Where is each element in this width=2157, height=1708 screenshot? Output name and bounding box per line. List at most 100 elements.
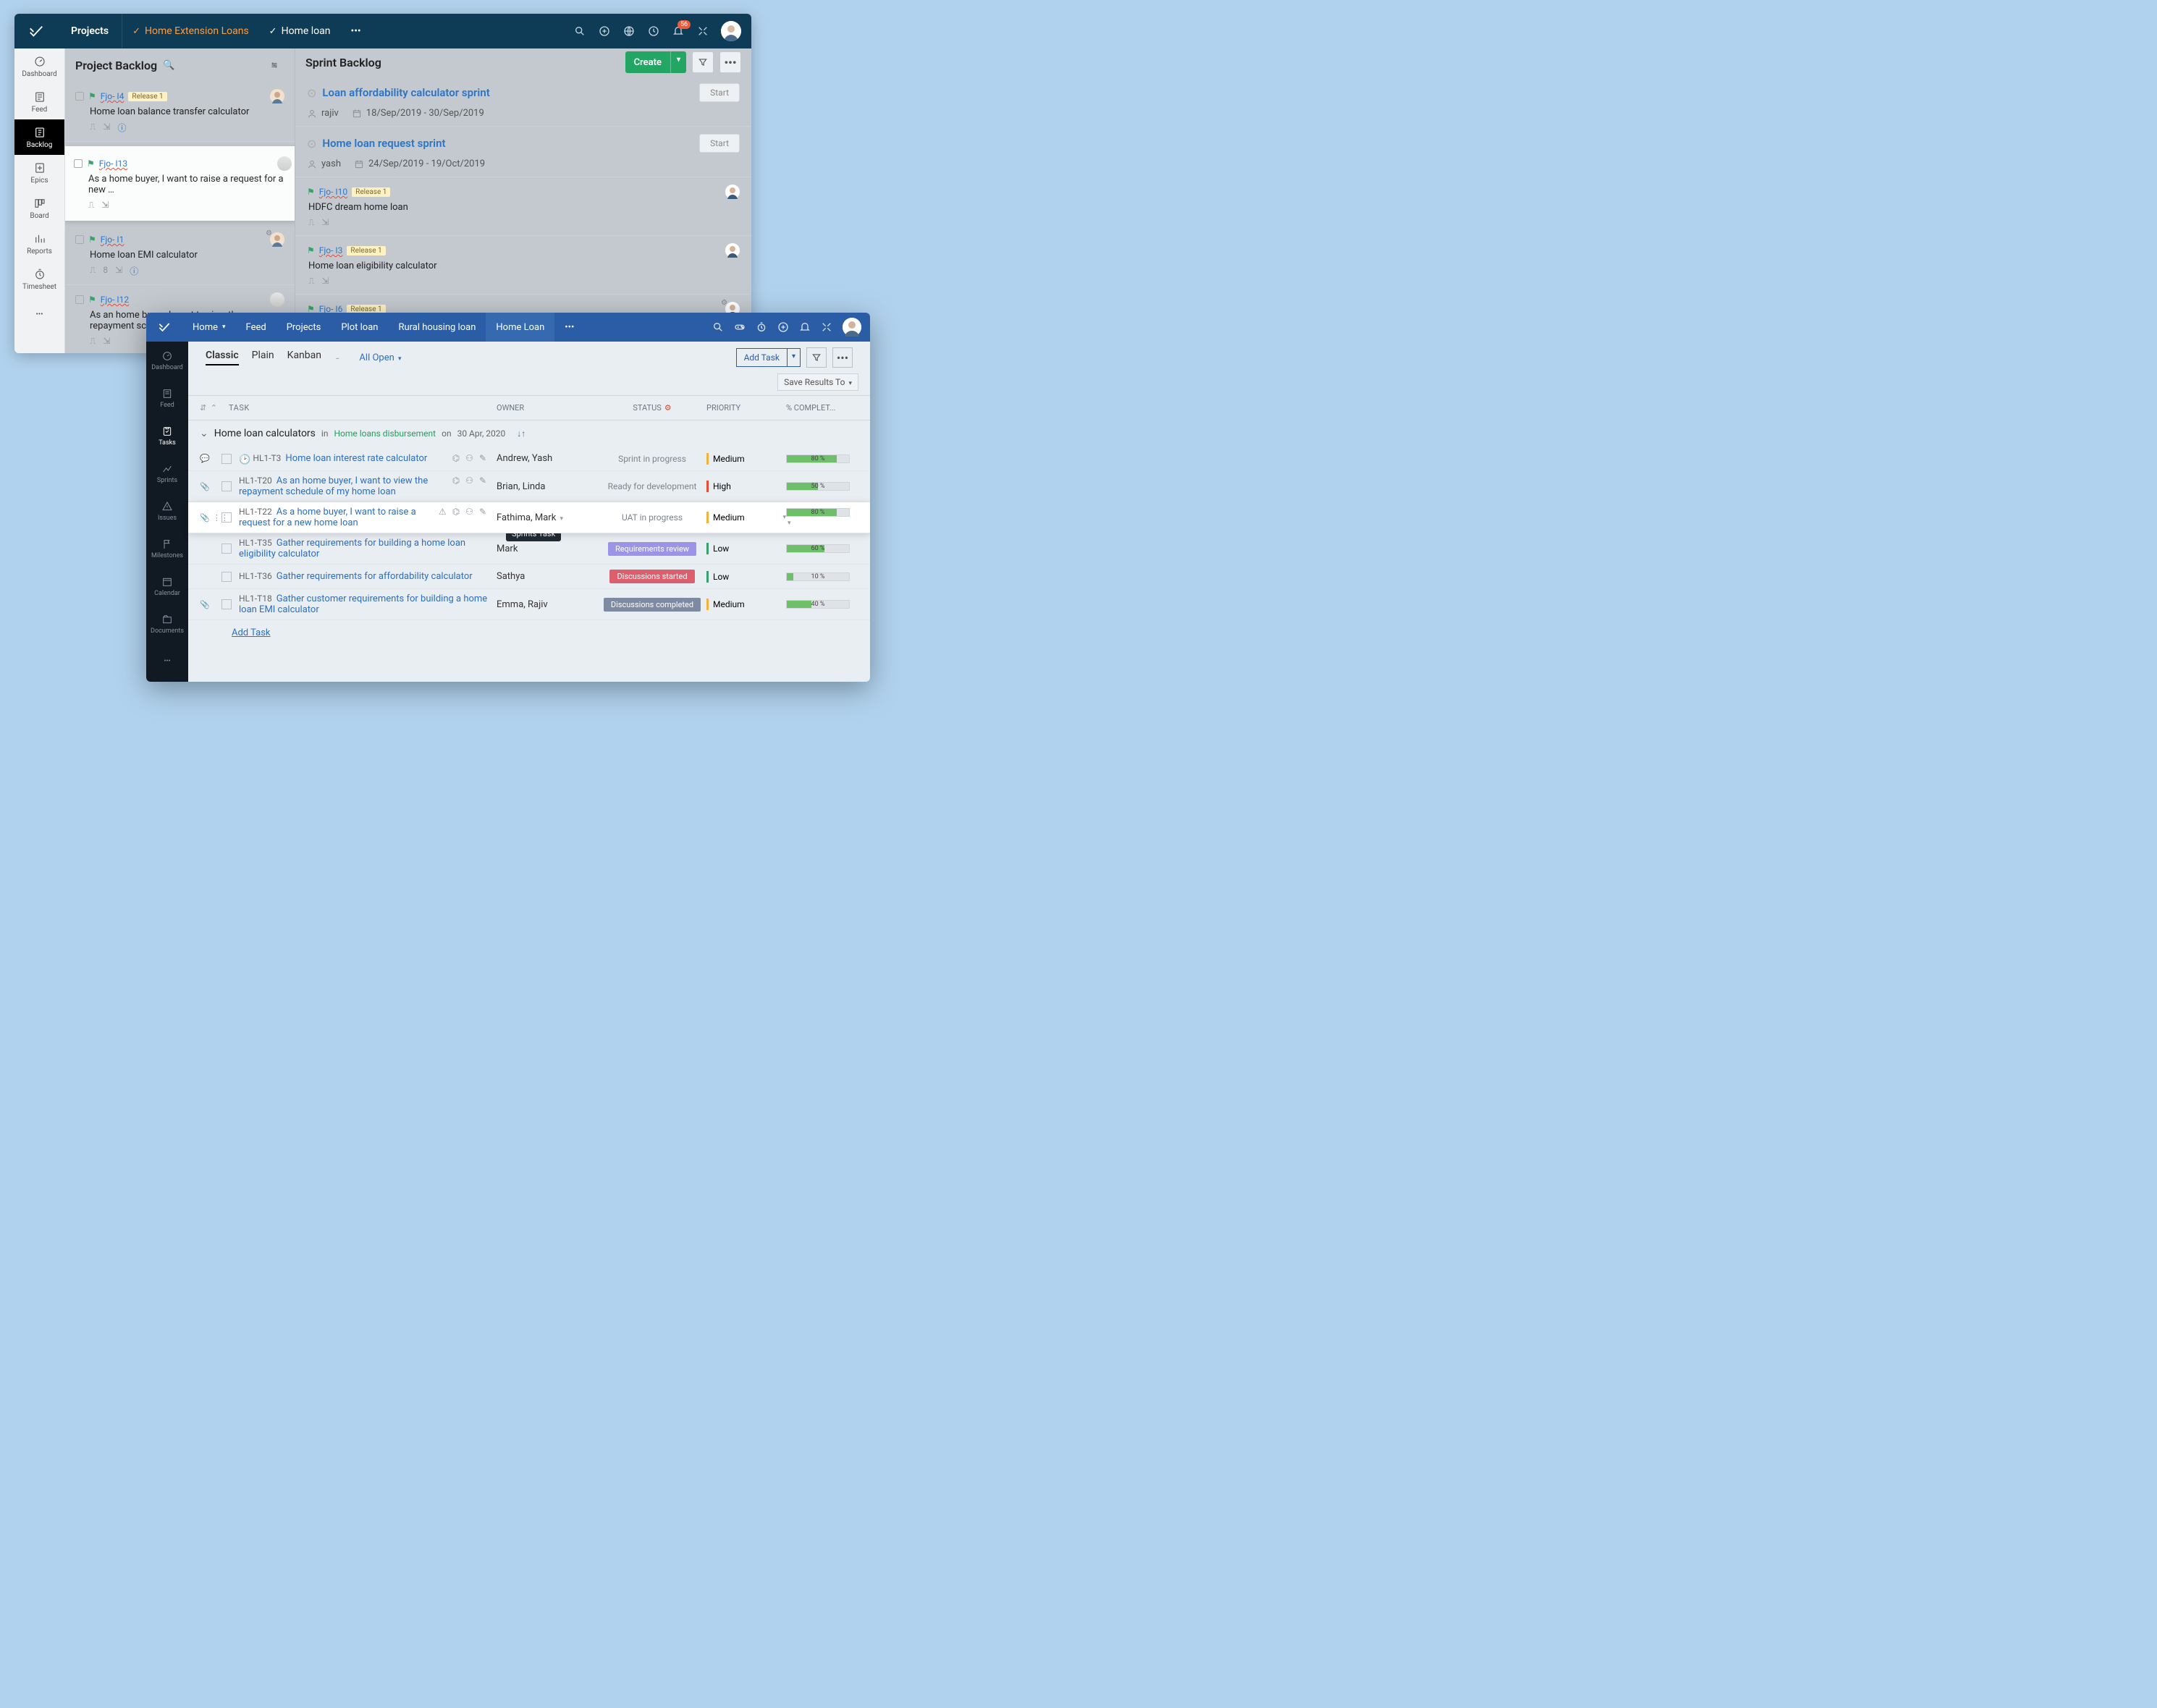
- task-row[interactable]: 💬🕑 HL1-T3Home loan interest rate calcula…: [188, 447, 870, 471]
- checkbox[interactable]: [74, 159, 83, 168]
- expand-icon[interactable]: ⊙: [307, 86, 316, 100]
- filter-icon[interactable]: [806, 347, 827, 368]
- sprint-item[interactable]: ⚑Fjo- I3Release 1 Home loan eligibility …: [295, 236, 751, 295]
- task-priority[interactable]: Medium: [706, 453, 786, 465]
- nav-more[interactable]: •••: [14, 297, 64, 332]
- start-button[interactable]: Start: [699, 134, 740, 153]
- add-icon[interactable]: [777, 321, 789, 333]
- user-avatar[interactable]: [843, 318, 861, 337]
- checkbox[interactable]: [221, 481, 232, 491]
- task-title[interactable]: Gather customer requirements for buildin…: [239, 593, 487, 615]
- chat-icon[interactable]: 💬: [200, 454, 210, 463]
- checkbox[interactable]: [75, 235, 84, 244]
- nav-epics[interactable]: Epics: [14, 155, 64, 190]
- nav-home-loan[interactable]: Home Loan: [486, 313, 554, 342]
- user-avatar[interactable]: [721, 21, 741, 41]
- more-icon[interactable]: •••: [832, 347, 853, 368]
- attachment-icon[interactable]: 📎: [200, 600, 210, 609]
- gear-icon[interactable]: ⚙: [664, 403, 672, 413]
- attachment-icon[interactable]: 📎: [200, 513, 210, 523]
- user-icon[interactable]: ⚇: [465, 475, 473, 486]
- bell-icon[interactable]: [799, 321, 811, 333]
- nav-calendar[interactable]: Calendar: [146, 567, 188, 605]
- nav-plot-loan[interactable]: Plot loan: [331, 313, 388, 342]
- task-status[interactable]: Sprint in progress: [598, 454, 706, 464]
- view-classic[interactable]: Classic: [206, 350, 239, 365]
- nav-documents[interactable]: Documents: [146, 605, 188, 643]
- nav-dashboard[interactable]: Dashboard: [14, 48, 64, 84]
- search-icon[interactable]: [573, 25, 586, 38]
- nav-issues[interactable]: Issues: [146, 492, 188, 530]
- task-row[interactable]: 📎HL1-T18Gather customer requirements for…: [188, 589, 870, 620]
- chevron-down-icon[interactable]: ⌄: [200, 428, 208, 439]
- task-status[interactable]: Ready for development: [598, 481, 706, 491]
- task-row[interactable]: 📎⋮⋮HL1-T22As a home buyer, I want to rai…: [188, 502, 870, 533]
- col-complete[interactable]: % COMPLET...: [786, 403, 858, 413]
- start-button[interactable]: Start: [699, 83, 740, 102]
- save-results-dropdown[interactable]: Save Results To ▾: [777, 373, 858, 391]
- checkbox[interactable]: [75, 295, 84, 304]
- hierarchy-icon[interactable]: ⌬: [452, 507, 460, 517]
- nav-more[interactable]: •••: [554, 313, 584, 342]
- user-icon[interactable]: ⚇: [465, 507, 473, 517]
- sprint-item[interactable]: ⚑Fjo- I10Release 1 HDFC dream home loan …: [295, 177, 751, 236]
- add-icon[interactable]: [598, 25, 611, 38]
- task-status[interactable]: Discussions started: [598, 570, 706, 583]
- checkbox[interactable]: [75, 92, 84, 101]
- checkbox[interactable]: [221, 454, 232, 464]
- gamepad-icon[interactable]: [734, 321, 746, 333]
- checkbox[interactable]: [221, 599, 232, 609]
- checkbox[interactable]: [221, 512, 232, 523]
- edit-icon[interactable]: ✎: [479, 475, 486, 486]
- globe-icon[interactable]: [622, 25, 636, 38]
- sort-icon[interactable]: ↓↑: [517, 428, 525, 439]
- task-priority[interactable]: Low: [706, 543, 786, 554]
- task-priority[interactable]: Medium▾: [706, 512, 786, 523]
- nav-board[interactable]: Board: [14, 190, 64, 226]
- hierarchy-icon[interactable]: ⌬: [452, 475, 460, 486]
- tab-home-extension-loans[interactable]: ✓Home Extension Loans: [122, 14, 259, 48]
- tools-icon[interactable]: [821, 321, 832, 333]
- task-section[interactable]: ⌄ Home loan calculators in Home loans di…: [188, 420, 870, 447]
- nav-more[interactable]: •••: [146, 643, 188, 680]
- create-dropdown[interactable]: ▾: [670, 51, 686, 73]
- caret-down-icon[interactable]: ▾: [560, 515, 564, 523]
- nav-reports[interactable]: Reports: [14, 226, 64, 261]
- task-status[interactable]: Discussions completed: [598, 598, 706, 612]
- col-owner[interactable]: OWNER: [497, 403, 598, 413]
- view-kanban[interactable]: Kanban: [287, 350, 321, 365]
- nav-feed[interactable]: Feed: [146, 379, 188, 417]
- sprint-name[interactable]: Loan affordability calculator sprint: [322, 86, 489, 99]
- task-row[interactable]: 📎HL1-T20As an home buyer, I want to view…: [188, 471, 870, 502]
- nav-feed[interactable]: Feed: [14, 84, 64, 119]
- reorder-icon[interactable]: ⇵: [200, 403, 206, 413]
- checkbox[interactable]: [221, 544, 232, 554]
- caret-down-icon[interactable]: ▾: [788, 520, 791, 527]
- add-task-dropdown[interactable]: ▾: [788, 348, 801, 367]
- nav-timesheet[interactable]: Timesheet: [14, 261, 64, 297]
- tab-home-loan[interactable]: ✓Home loan: [259, 14, 341, 48]
- hierarchy-icon[interactable]: ⌬: [452, 453, 460, 463]
- col-priority[interactable]: PRIORITY: [706, 403, 786, 413]
- sprint-name[interactable]: Home loan request sprint: [322, 137, 445, 150]
- task-priority[interactable]: High: [706, 481, 786, 492]
- nav-feed[interactable]: Feed: [236, 313, 277, 342]
- col-task[interactable]: TASK: [229, 403, 497, 413]
- timer-icon[interactable]: [756, 321, 767, 333]
- nav-sprints[interactable]: Sprints: [146, 455, 188, 492]
- bell-icon[interactable]: 56: [672, 25, 685, 38]
- nav-milestones[interactable]: Milestones: [146, 530, 188, 567]
- nav-backlog[interactable]: Backlog: [14, 119, 64, 155]
- collapse-icon[interactable]: ⌃: [211, 403, 217, 413]
- create-button[interactable]: Create: [625, 51, 670, 73]
- search-icon[interactable]: [712, 321, 724, 333]
- task-title[interactable]: Gather requirements for affordability ca…: [277, 571, 473, 582]
- task-status[interactable]: UAT in progress: [598, 512, 706, 523]
- expand-icon[interactable]: ⊙: [307, 137, 316, 151]
- edit-icon[interactable]: ✎: [479, 507, 486, 517]
- nav-tasks[interactable]: Tasks: [146, 417, 188, 455]
- task-title[interactable]: Home loan interest rate calculator: [285, 453, 427, 464]
- filter-icon[interactable]: [264, 55, 284, 75]
- filter-icon[interactable]: [692, 51, 714, 73]
- app-logo[interactable]: [14, 23, 58, 39]
